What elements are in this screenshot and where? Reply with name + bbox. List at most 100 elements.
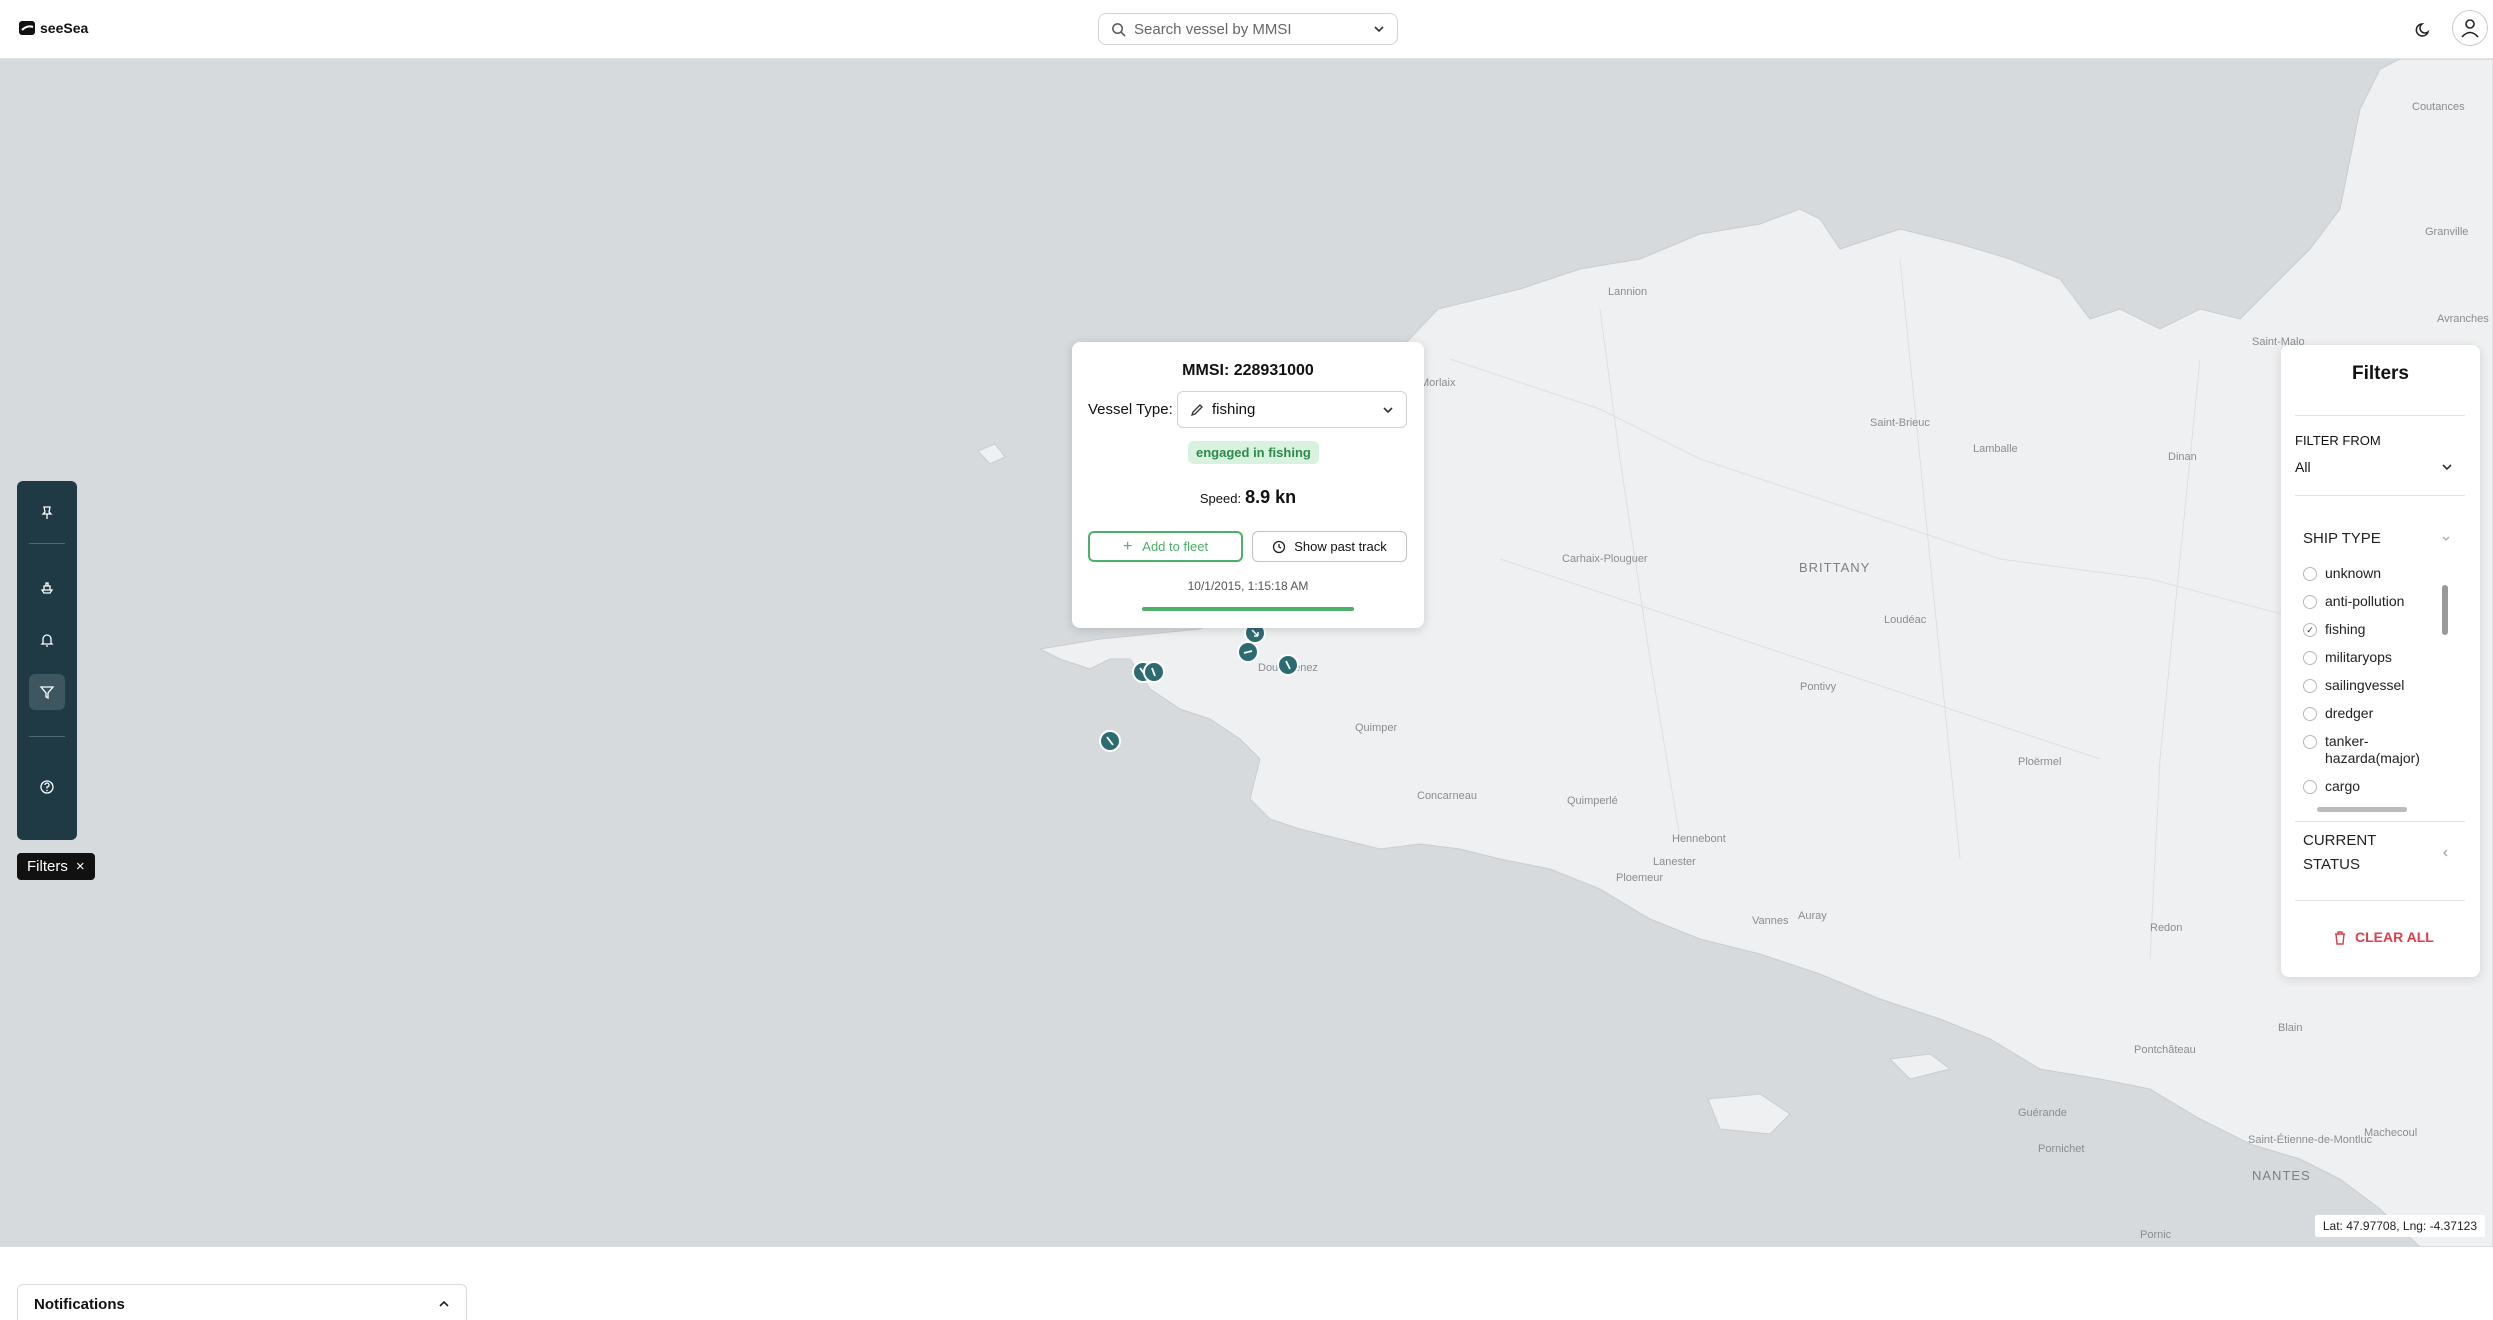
- show-past-track-button[interactable]: Show past track: [1252, 531, 1407, 562]
- help-button[interactable]: [29, 769, 65, 805]
- notifications-panel[interactable]: Notifications: [17, 1284, 467, 1320]
- map-place-label: Ploemeur: [1616, 872, 1664, 884]
- horizontal-scrollbar[interactable]: [2317, 807, 2407, 812]
- map-place-label: Lannion: [1608, 286, 1648, 298]
- filter-from-value: All: [2295, 459, 2311, 475]
- map-place-label: Loudéac: [1884, 614, 1927, 626]
- filter-icon: [39, 686, 55, 700]
- map-canvas[interactable]: Coutances Granville Avranches Saint-Malo…: [0, 59, 2493, 1247]
- map-place-label: Quimperlé: [1567, 795, 1618, 807]
- chevron-down-icon: [2442, 464, 2452, 471]
- moon-icon: [2415, 23, 2430, 37]
- search-input[interactable]: [1134, 20, 1365, 38]
- vessel-marker[interactable]: [1143, 661, 1165, 683]
- logo-text: seeSea: [40, 20, 89, 36]
- add-to-fleet-button[interactable]: + Add to fleet: [1088, 531, 1243, 562]
- map-place-label: Guérande: [2018, 1107, 2067, 1119]
- dark-mode-toggle[interactable]: [2410, 16, 2438, 44]
- map-place-label: Machecoul: [2364, 1127, 2418, 1139]
- ship-arrow-icon: [1106, 736, 1114, 746]
- toolbar-divider: [29, 736, 65, 737]
- map-place-label: Pontivy: [1800, 681, 1837, 693]
- divider: [2295, 495, 2465, 496]
- map-place-label: Vannes: [1752, 915, 1789, 927]
- ship-type-checkbox[interactable]: [2303, 567, 2317, 581]
- bell-icon: [40, 634, 54, 647]
- status-badge: engaged in fishing: [1188, 441, 1319, 464]
- map-place-label: Saint-Étienne-de-Montluc: [2248, 1134, 2373, 1146]
- fleet-button[interactable]: [29, 570, 65, 606]
- region-label: BRITTANY: [1799, 560, 1871, 575]
- pin-icon: [41, 506, 53, 519]
- filters-chip[interactable]: Filters ×: [17, 853, 95, 880]
- clear-all-button[interactable]: CLEAR ALL: [2333, 929, 2434, 945]
- ship-type-option[interactable]: ✓ fishing: [2303, 621, 2451, 638]
- speed-readout: Speed: 8.9 kn: [1072, 487, 1424, 508]
- vessel-marker[interactable]: [1277, 654, 1299, 676]
- ship-type-option[interactable]: cargo: [2303, 778, 2451, 795]
- filter-from-label: FILTER FROM: [2295, 433, 2381, 448]
- ship-type-checkbox[interactable]: [2303, 595, 2317, 609]
- map-place-label: Auray: [1798, 910, 1827, 922]
- user-avatar-button[interactable]: [2452, 10, 2488, 46]
- ship-type-option[interactable]: militaryops: [2303, 649, 2451, 666]
- ship-arrow-icon: [1251, 629, 1259, 637]
- map-place-label: Blain: [2278, 1022, 2303, 1034]
- popup-title: MMSI: 228931000: [1182, 362, 1314, 379]
- ship-type-checkbox[interactable]: ✓: [2303, 623, 2317, 637]
- ship-type-checkbox[interactable]: [2303, 780, 2317, 794]
- ship-type-option[interactable]: unknown: [2303, 565, 2451, 582]
- ship-type-label: militaryops: [2325, 649, 2392, 665]
- ship-type-checkbox[interactable]: [2303, 679, 2317, 693]
- notifications-button[interactable]: [29, 622, 65, 658]
- plus-icon: +: [1122, 537, 1133, 555]
- ship-type-label: cargo: [2325, 778, 2361, 794]
- ship-type-label: sailingvessel: [2325, 677, 2405, 693]
- map-place-label: Avranches: [2437, 313, 2489, 325]
- ship-type-checkbox[interactable]: [2303, 707, 2317, 721]
- show-past-track-label: Show past track: [1294, 539, 1387, 554]
- map-place-label: Lamballe: [1973, 443, 2018, 455]
- left-toolbar: [17, 481, 77, 840]
- map-place-label: Pornic: [2140, 1229, 2172, 1241]
- ship-type-option[interactable]: dredger: [2303, 705, 2451, 722]
- current-status-header[interactable]: CURRENT STATUS: [2303, 829, 2451, 877]
- map-place-label: Redon: [2150, 922, 2183, 934]
- filters-panel: Filters FILTER FROM All SHIP TYPE unknow…: [2281, 345, 2480, 977]
- chevron-up-icon[interactable]: [438, 1298, 450, 1310]
- ship-type-header[interactable]: SHIP TYPE: [2303, 530, 2451, 547]
- vessel-search[interactable]: [1098, 13, 1398, 45]
- ship-arrow-icon: [1151, 667, 1156, 677]
- add-to-fleet-label: Add to fleet: [1142, 539, 1209, 554]
- vessel-marker[interactable]: [1237, 641, 1259, 663]
- ship-type-option[interactable]: anti-pollution: [2303, 593, 2451, 610]
- chevron-down-icon: [2442, 536, 2450, 541]
- pin-button[interactable]: [29, 495, 65, 531]
- map-place-label: Pornichet: [2038, 1143, 2085, 1155]
- vessel-type-select[interactable]: fishing: [1177, 391, 1407, 428]
- filters-button[interactable]: [29, 674, 65, 710]
- app-logo[interactable]: seeSea: [18, 18, 88, 38]
- chevron-down-icon: [1383, 406, 1393, 413]
- ship-type-option[interactable]: tanker-hazarda(major): [2303, 733, 2451, 767]
- map-place-label: Quimper: [1355, 722, 1398, 734]
- ship-type-option[interactable]: sailingvessel: [2303, 677, 2451, 694]
- clock-icon: [1273, 540, 1286, 553]
- toolbar-divider: [29, 543, 65, 544]
- map-place-label: Hennebont: [1672, 833, 1726, 845]
- close-icon[interactable]: ×: [76, 858, 85, 875]
- map-place-label: Lanester: [1653, 856, 1696, 868]
- vessel-type-label: Vessel Type:: [1088, 401, 1173, 418]
- divider: [2295, 415, 2465, 416]
- filter-from-select[interactable]: All: [2295, 459, 2453, 475]
- coordinate-readout: Lat: 47.97708, Lng: -4.37123: [2314, 1215, 2485, 1237]
- ship-type-checkbox[interactable]: [2303, 735, 2317, 749]
- popup-timestamp: 10/1/2015, 1:15:18 AM: [1187, 579, 1309, 593]
- ship-type-checkbox[interactable]: [2303, 651, 2317, 665]
- ship-type-label: tanker-hazarda(major): [2325, 733, 2420, 766]
- ship-type-label: SHIP TYPE: [2303, 530, 2381, 547]
- vessel-marker[interactable]: [1099, 730, 1121, 752]
- chevron-down-icon[interactable]: [1373, 23, 1385, 35]
- scrollbar-thumb[interactable]: [2442, 585, 2448, 635]
- filters-title: Filters: [2351, 363, 2410, 384]
